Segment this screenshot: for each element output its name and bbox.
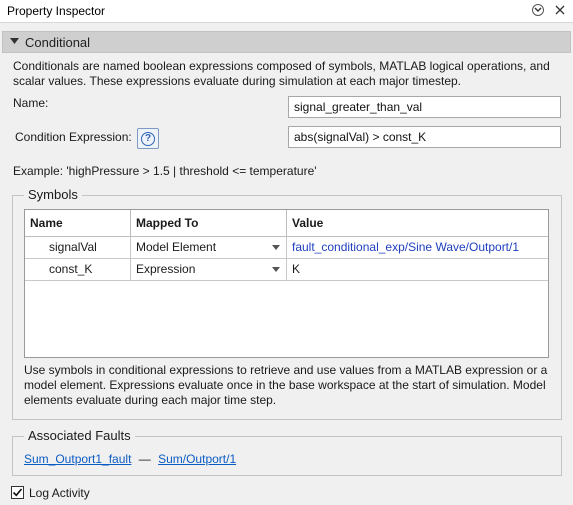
fault-link[interactable]: Sum_Outport1_fault bbox=[24, 452, 131, 466]
fault-separator: — bbox=[138, 452, 151, 466]
name-field[interactable]: signal_greater_than_val bbox=[288, 96, 561, 118]
panel-title: Property Inspector bbox=[7, 4, 106, 18]
symbol-value-cell[interactable]: K bbox=[287, 259, 548, 281]
triangle-down-icon bbox=[10, 37, 19, 48]
conditional-description: Conditionals are named boolean expressio… bbox=[13, 59, 550, 88]
log-activity-label: Log Activity bbox=[29, 486, 90, 500]
close-icon[interactable] bbox=[553, 3, 567, 17]
dropdown-arrow-icon[interactable] bbox=[272, 267, 280, 272]
log-activity-checkbox[interactable] bbox=[11, 486, 24, 499]
mapped-to-value: Model Element bbox=[136, 240, 217, 254]
panel-menu-icon[interactable] bbox=[531, 3, 545, 17]
mapped-to-value: Expression bbox=[136, 262, 196, 276]
column-header-name[interactable]: Name bbox=[25, 210, 131, 237]
checkmark-icon bbox=[12, 488, 23, 497]
associated-faults-title: Associated Faults bbox=[24, 428, 135, 443]
mapped-to-dropdown[interactable]: Expression bbox=[131, 259, 287, 281]
fault-link-row: Sum_Outport1_fault — Sum/Outport/1 bbox=[24, 452, 236, 466]
symbol-value-cell[interactable]: fault_conditional_exp/Sine Wave/Outport/… bbox=[287, 237, 548, 259]
question-mark-icon: ? bbox=[141, 131, 155, 146]
section-title: Conditional bbox=[25, 35, 91, 50]
column-header-value[interactable]: Value bbox=[287, 210, 548, 237]
condition-expression-field[interactable]: abs(signalVal) > const_K bbox=[288, 126, 561, 148]
dropdown-arrow-icon[interactable] bbox=[272, 245, 280, 250]
port-link[interactable]: Sum/Outport/1 bbox=[158, 452, 236, 466]
name-label: Name: bbox=[13, 96, 49, 110]
symbols-group-title: Symbols bbox=[24, 187, 82, 202]
mapped-to-dropdown[interactable]: Model Element bbox=[131, 237, 287, 259]
symbol-name-cell[interactable]: signalVal bbox=[25, 237, 131, 259]
circle-chevron-down-icon bbox=[532, 4, 544, 16]
conditional-section-header[interactable]: Conditional bbox=[2, 31, 571, 53]
symbols-note: Use symbols in conditional expressions t… bbox=[24, 363, 548, 407]
column-header-mapped-to[interactable]: Mapped To bbox=[131, 210, 287, 237]
condition-expression-label: Condition Expression: bbox=[15, 130, 132, 144]
help-button[interactable]: ? bbox=[137, 128, 159, 149]
symbol-name-cell[interactable]: const_K bbox=[25, 259, 131, 281]
example-text: Example: 'highPressure > 1.5 | threshold… bbox=[13, 164, 317, 178]
panel-titlebar: Property Inspector bbox=[0, 0, 573, 23]
symbols-table: Name Mapped To Value signalVal Model Ele… bbox=[24, 209, 549, 358]
